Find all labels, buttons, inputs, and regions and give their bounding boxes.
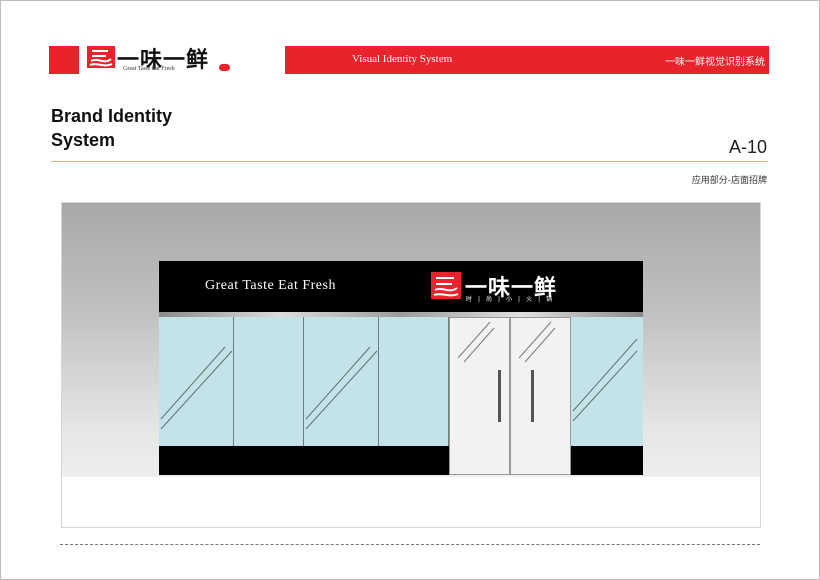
door-right bbox=[510, 317, 571, 475]
section-label: 应用部分-店面招牌 bbox=[691, 176, 767, 186]
logo-tagline: Great Taste Eat Fresh bbox=[123, 66, 175, 72]
floor bbox=[62, 477, 760, 527]
shop-sign: Great Taste Eat Fresh 一味一鲜 时|尚|小|火|锅 bbox=[159, 261, 643, 312]
footer-divider bbox=[60, 544, 760, 545]
page-code: A-10 bbox=[728, 137, 767, 157]
header-title-cn: 一味一鲜视觉识别系统 bbox=[665, 57, 765, 68]
sign-subtitle: 时|尚|小|火|锅 bbox=[466, 296, 559, 303]
logo-seal-icon bbox=[219, 64, 230, 71]
page-title-line1: Brand Identity bbox=[51, 106, 173, 126]
door-left bbox=[449, 317, 510, 475]
door-handle bbox=[498, 370, 501, 422]
door-reflection-icon bbox=[518, 321, 556, 363]
page-title: Brand Identity System bbox=[51, 104, 172, 152]
sign-slogan: Great Taste Eat Fresh bbox=[205, 278, 336, 293]
brand-logo-icon bbox=[87, 46, 115, 68]
divider bbox=[51, 161, 768, 162]
door-reflection-icon bbox=[457, 321, 495, 363]
storefront: Great Taste Eat Fresh 一味一鲜 时|尚|小|火|锅 bbox=[159, 261, 643, 475]
sign-logo-icon bbox=[431, 272, 461, 299]
door-handle bbox=[531, 370, 534, 422]
page-title-line2: System bbox=[51, 130, 116, 150]
header-title-en: Visual Identity System bbox=[352, 53, 453, 65]
